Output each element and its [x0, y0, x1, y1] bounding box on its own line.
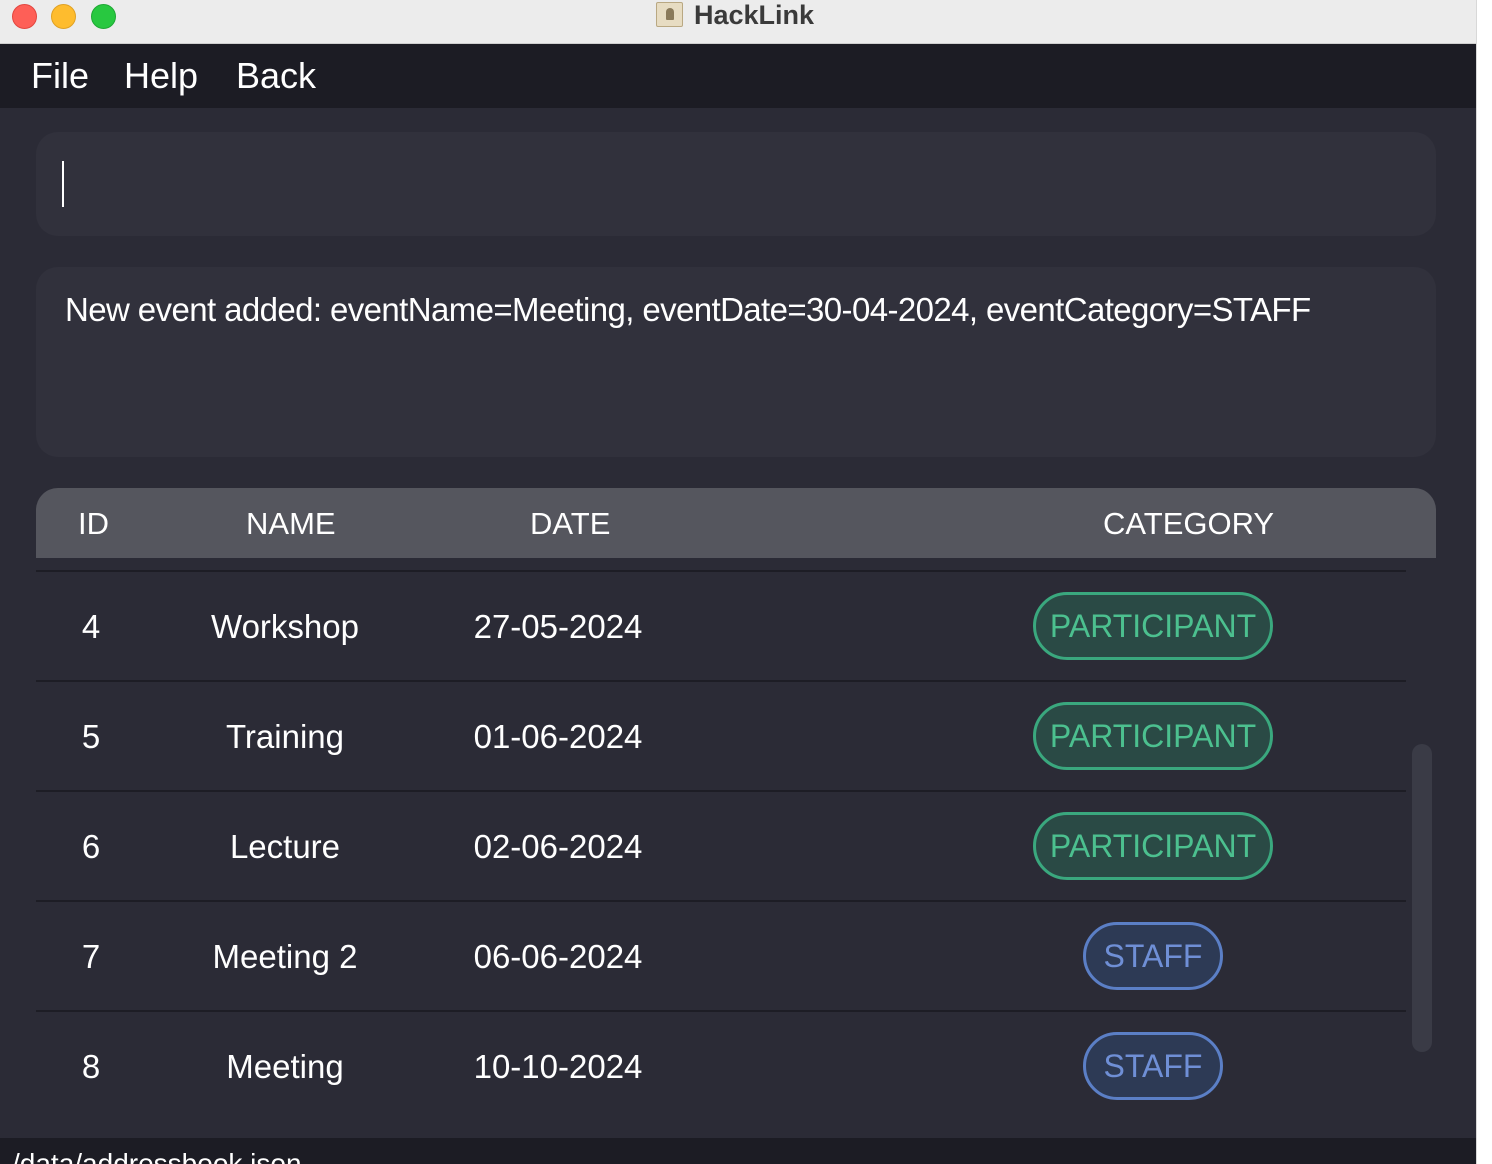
command-input[interactable]: [36, 132, 1436, 236]
header-id: ID: [78, 506, 109, 541]
row-date: 10-10-2024: [473, 1048, 643, 1085]
status-bar: /data/addressbook.json: [0, 1138, 1476, 1164]
menu-help[interactable]: Help: [124, 56, 198, 96]
header-date: DATE: [530, 506, 611, 541]
menu-file[interactable]: File: [31, 56, 89, 96]
result-message: New event added: eventName=Meeting, even…: [65, 291, 1311, 328]
header-category: CATEGORY: [1103, 506, 1275, 541]
row-name: Lecture: [229, 828, 341, 865]
table-row[interactable]: 8 Meeting 10-10-2024 STAFF: [36, 1010, 1406, 1118]
row-date: 01-06-2024: [473, 718, 643, 755]
menu-bar: File Help Back: [0, 44, 1476, 108]
window-title: HackLink: [694, 0, 815, 30]
row-name: Training: [226, 718, 344, 755]
row-id: 7: [81, 938, 101, 975]
row-id: 6: [81, 828, 101, 865]
scrollbar-thumb[interactable]: [1412, 744, 1432, 1052]
maximize-icon[interactable]: [91, 4, 116, 29]
row-date: 06-06-2024: [473, 938, 643, 975]
category-badge: STAFF: [1083, 1032, 1223, 1100]
category-badge: PARTICIPANT: [1033, 592, 1273, 660]
window-edge: [1476, 0, 1492, 1164]
row-id: 4: [81, 608, 101, 645]
menu-back[interactable]: Back: [236, 56, 316, 96]
event-table[interactable]: 4 Workshop 27-05-2024 PARTICIPANT 5 Trai…: [36, 558, 1406, 1120]
category-badge: PARTICIPANT: [1033, 812, 1273, 880]
app-icon: [656, 2, 683, 27]
row-date: 02-06-2024: [473, 828, 643, 865]
app-window: HackLink File Help Back New event added:…: [0, 0, 1476, 1164]
title-bar: HackLink: [0, 0, 1476, 44]
text-caret: [62, 161, 64, 207]
minimize-icon[interactable]: [51, 4, 76, 29]
table-row[interactable]: 5 Training 01-06-2024 PARTICIPANT: [36, 680, 1406, 788]
category-badge: STAFF: [1083, 922, 1223, 990]
header-name: NAME: [246, 506, 336, 541]
close-icon[interactable]: [12, 4, 37, 29]
row-id: 5: [81, 718, 101, 755]
row-date: 27-05-2024: [473, 608, 643, 645]
category-badge: PARTICIPANT: [1033, 702, 1273, 770]
row-name: Workshop: [211, 608, 359, 645]
status-file-path: /data/addressbook.json: [12, 1148, 302, 1164]
row-name: Meeting: [226, 1048, 344, 1085]
row-id: 8: [81, 1048, 101, 1085]
row-name: Meeting 2: [212, 938, 358, 975]
table-row[interactable]: 4 Workshop 27-05-2024 PARTICIPANT: [36, 570, 1406, 678]
table-row[interactable]: 6 Lecture 02-06-2024 PARTICIPANT: [36, 790, 1406, 898]
table-row[interactable]: 7 Meeting 2 06-06-2024 STAFF: [36, 900, 1406, 1008]
